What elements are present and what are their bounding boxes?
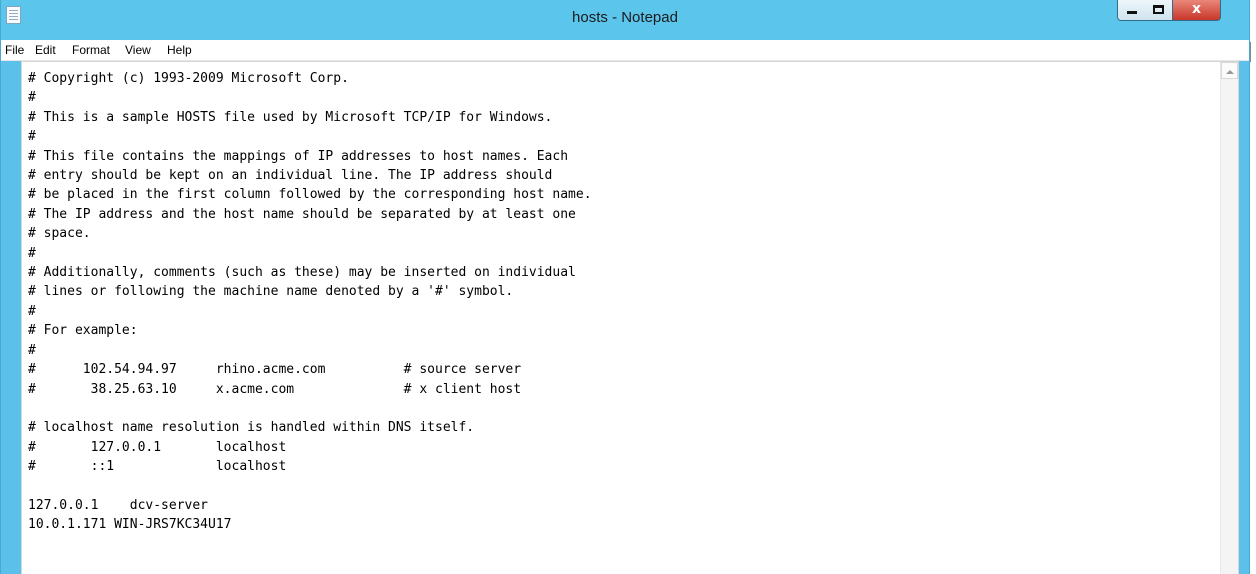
menu-edit[interactable]: Edit [35, 43, 56, 57]
menu-help[interactable]: Help [167, 43, 192, 57]
notepad-window: hosts - Notepad x File Edit Format View … [0, 0, 1250, 574]
menu-view[interactable]: View [125, 43, 151, 57]
background-window-edge [1250, 42, 1254, 62]
menu-bar: File Edit Format View Help [1, 40, 1249, 61]
scroll-up-arrow-icon[interactable] [1221, 62, 1238, 79]
menu-file[interactable]: File [5, 43, 24, 57]
minimize-icon [1127, 11, 1137, 14]
close-button[interactable]: x [1173, 0, 1221, 21]
editor-text[interactable]: # Copyright (c) 1993-2009 Microsoft Corp… [28, 69, 1218, 535]
title-bar[interactable]: hosts - Notepad x [1, 0, 1249, 40]
text-editor[interactable]: # Copyright (c) 1993-2009 Microsoft Corp… [21, 61, 1239, 574]
maximize-icon [1153, 5, 1164, 14]
minimize-button[interactable] [1117, 0, 1146, 21]
menu-format[interactable]: Format [72, 43, 110, 57]
close-icon: x [1191, 1, 1202, 17]
maximize-button[interactable] [1145, 0, 1173, 21]
desktop-background [1250, 0, 1256, 574]
vertical-scrollbar[interactable] [1220, 62, 1238, 574]
window-title: hosts - Notepad [572, 9, 678, 26]
